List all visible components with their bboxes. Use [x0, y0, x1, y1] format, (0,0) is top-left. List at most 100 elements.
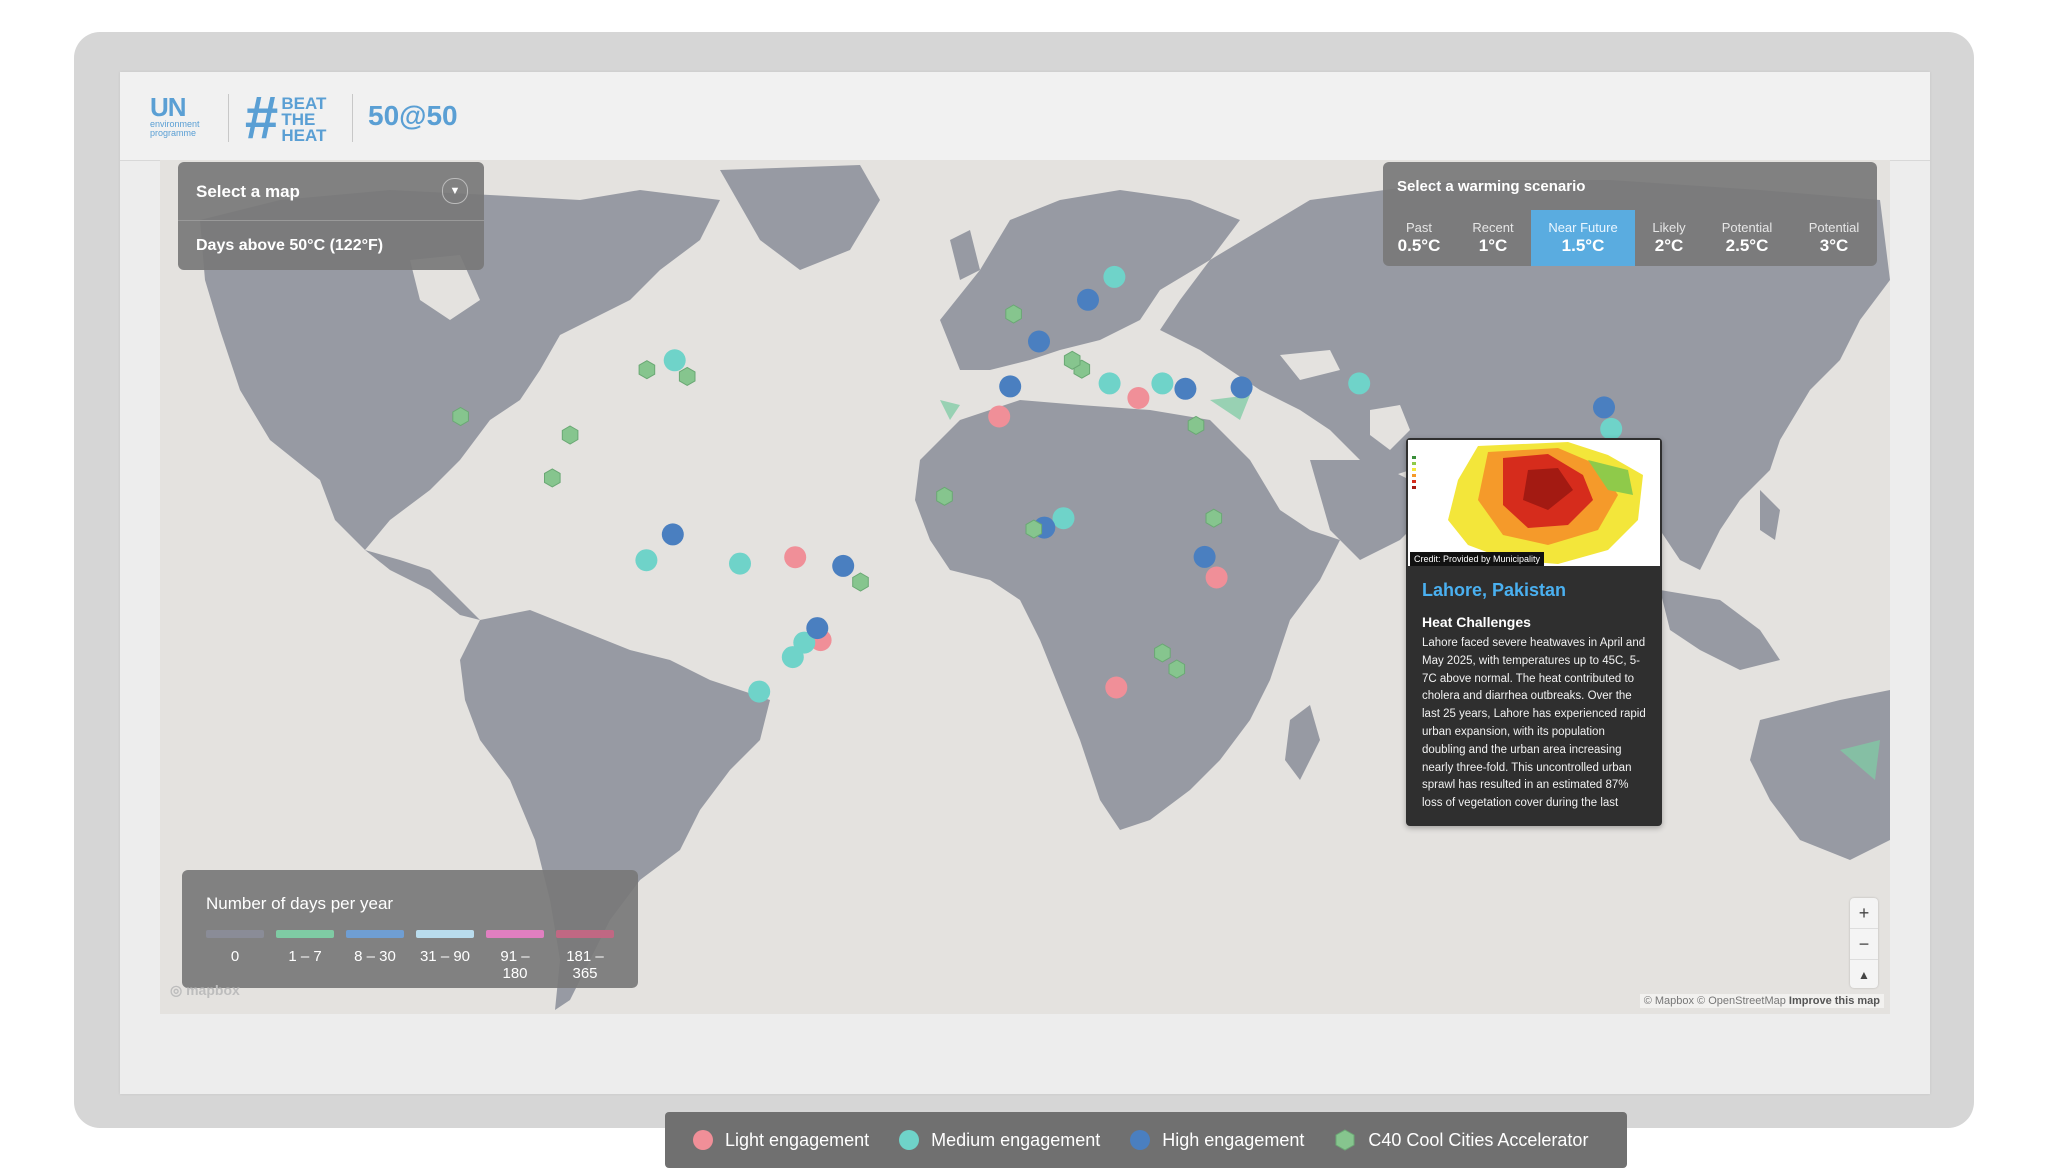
improve-map-link[interactable]: Improve this map	[1789, 995, 1880, 1007]
popup-city-title: Lahore, Pakistan	[1422, 580, 1567, 600]
world-map[interactable]: Select a map ▼ Days above 50°C (122°F) S…	[160, 160, 1890, 1014]
c40-city-marker[interactable]	[1063, 350, 1081, 370]
land-africa	[915, 400, 1340, 830]
scenario-option-recent[interactable]: Recent 1°C	[1455, 210, 1531, 266]
land-indonesia	[1660, 590, 1780, 670]
c40-city-marker[interactable]	[638, 360, 656, 380]
scenario-option-past[interactable]: Past 0.5°C	[1383, 210, 1455, 266]
warming-scenario-panel: Select a warming scenario Past 0.5°C Rec…	[1383, 162, 1877, 266]
light-engagement-city-marker[interactable]	[988, 405, 1011, 428]
medium-engagement-city-marker[interactable]	[1098, 372, 1121, 395]
high-engagement-city-marker[interactable]	[1230, 376, 1253, 399]
medium-engagement-city-marker[interactable]	[748, 680, 771, 703]
hash-glyph: #	[244, 84, 278, 151]
beat-the-heat-logo[interactable]: # BEAT THE HEAT	[244, 84, 326, 151]
c40-city-marker[interactable]	[678, 366, 696, 386]
medium-engagement-city-marker[interactable]	[1348, 372, 1371, 395]
hexagon-icon	[1335, 1129, 1355, 1151]
light-engagement-city-marker[interactable]	[1127, 387, 1150, 409]
legend-c40: C40 Cool Cities Accelerator	[1334, 1129, 1588, 1151]
city-popup[interactable]: Credit: Provided by Municipality Lahore,…	[1406, 438, 1662, 826]
header-bar: UN environment programme # BEAT THE HEAT…	[120, 72, 1930, 161]
medium-engagement-marker-icon	[899, 1130, 920, 1150]
c40-city-marker[interactable]	[544, 468, 561, 488]
days-legend-swatch	[276, 930, 334, 938]
un-logo-text: UN	[150, 92, 187, 122]
c40-city-marker[interactable]	[936, 486, 953, 506]
c40-city-marker[interactable]	[1154, 643, 1171, 663]
high-engagement-city-marker[interactable]	[1077, 288, 1099, 311]
app-window: UN environment programme # BEAT THE HEAT…	[120, 72, 1930, 1168]
medium-engagement-city-marker[interactable]	[1600, 417, 1623, 440]
c40-city-marker[interactable]	[852, 572, 869, 592]
c40-city-marker[interactable]	[1025, 519, 1043, 539]
medium-engagement-city-marker[interactable]	[663, 349, 686, 372]
header-divider	[228, 94, 229, 142]
c40-city-marker[interactable]	[1187, 415, 1205, 435]
days-legend-label: 31 – 90	[419, 948, 471, 965]
high-engagement-city-marker[interactable]	[999, 375, 1022, 398]
scenario-option-likely[interactable]: Likely 2°C	[1635, 210, 1703, 266]
zoom-controls: + − ▲	[1850, 898, 1878, 988]
land-greenland	[720, 165, 880, 270]
popup-heading: Heat Challenges	[1422, 614, 1531, 630]
high-engagement-city-marker[interactable]	[1028, 330, 1050, 353]
legend-light-engagement: Light engagement	[693, 1130, 869, 1151]
days-legend-title: Number of days per year	[206, 894, 394, 913]
scenario-option-potential-2-5[interactable]: Potential 2.5°C	[1703, 210, 1791, 266]
c40-city-marker[interactable]	[452, 406, 469, 427]
heat-zone-sahara	[940, 400, 960, 420]
chevron-down-icon[interactable]: ▼	[442, 178, 468, 204]
c40-city-marker[interactable]	[1168, 659, 1186, 679]
un-logo-sub2: programme	[150, 128, 197, 138]
days-legend-label: 0	[230, 948, 240, 965]
map-attribution: © Mapbox © OpenStreetMap Improve this ma…	[1639, 994, 1884, 1008]
land-taiwan-philippines	[1760, 490, 1780, 540]
land-madagascar	[1285, 705, 1320, 780]
legend-medium-engagement: Medium engagement	[899, 1130, 1100, 1151]
header-divider	[352, 94, 353, 142]
high-engagement-marker-icon	[1130, 1130, 1151, 1150]
light-engagement-city-marker[interactable]	[784, 546, 807, 569]
popup-body-text: Lahore faced severe heatwaves in April a…	[1422, 637, 1646, 810]
selected-map-value[interactable]: Days above 50°C (122°F)	[196, 237, 383, 255]
zoom-in-button[interactable]: +	[1850, 898, 1878, 929]
mapbox-logo[interactable]: ◎ mapbox	[170, 982, 240, 999]
days-legend-label: 1 – 7	[288, 948, 322, 965]
c40-city-marker[interactable]	[1205, 508, 1223, 528]
map-selector-divider	[178, 220, 484, 221]
days-legend-label: 91 – 180	[500, 948, 530, 982]
high-engagement-city-marker[interactable]	[832, 554, 855, 577]
high-engagement-city-marker[interactable]	[1193, 545, 1216, 568]
c40-city-marker[interactable]	[1005, 304, 1022, 324]
light-engagement-marker-icon	[693, 1130, 713, 1150]
un-environment-logo[interactable]: UN environment programme	[150, 94, 220, 142]
compass-icon[interactable]: ▲	[1850, 960, 1878, 990]
high-engagement-city-marker[interactable]	[661, 523, 684, 546]
medium-engagement-city-marker[interactable]	[1103, 265, 1126, 288]
image-credit: Credit: Provided by Municipality	[1410, 552, 1545, 566]
map-selector[interactable]: Select a map ▼ Days above 50°C (122°F)	[178, 162, 484, 270]
land-uk	[950, 230, 980, 280]
medium-engagement-city-marker[interactable]	[635, 549, 658, 572]
medium-engagement-city-marker[interactable]	[729, 552, 751, 575]
light-engagement-city-marker[interactable]	[1105, 676, 1128, 699]
high-engagement-city-marker[interactable]	[806, 617, 829, 640]
map-selector-title: Select a map	[196, 182, 300, 201]
zoom-out-button[interactable]: −	[1850, 929, 1878, 960]
high-engagement-city-marker[interactable]	[1593, 396, 1615, 419]
medium-engagement-city-marker[interactable]	[1052, 507, 1075, 530]
days-per-year-legend: Number of days per year 0 1 – 7 8 – 30 31 –…	[182, 870, 638, 988]
scenario-options: Past 0.5°C Recent 1°C Near Future 1.5°C …	[1383, 210, 1877, 266]
scenario-option-near-future[interactable]: Near Future 1.5°C	[1531, 210, 1635, 266]
medium-engagement-city-marker[interactable]	[1151, 372, 1174, 395]
scenario-option-potential-3[interactable]: Potential 3°C	[1791, 210, 1877, 266]
c40-city-marker[interactable]	[561, 425, 579, 445]
medium-engagement-city-marker[interactable]	[781, 646, 804, 669]
scenario-title: Select a warming scenario	[1397, 178, 1586, 195]
attribution-text[interactable]: © Mapbox © OpenStreetMap	[1644, 995, 1786, 1007]
days-legend-swatch	[486, 930, 544, 938]
high-engagement-city-marker[interactable]	[1174, 377, 1197, 400]
campaign-title: 50@50	[368, 100, 458, 131]
light-engagement-city-marker[interactable]	[1205, 566, 1228, 589]
